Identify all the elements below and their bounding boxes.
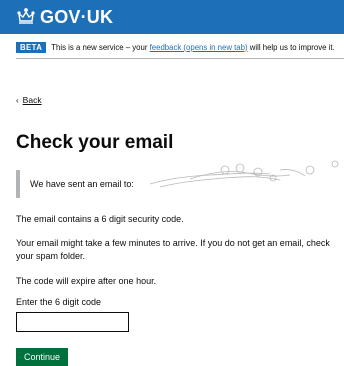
redacted-email-scribble bbox=[149, 160, 339, 188]
paragraph-arrival: Your email might take a few minutes to a… bbox=[16, 238, 330, 261]
inset-text-label: We have sent an email to: bbox=[30, 179, 134, 189]
chevron-left-icon: ‹ bbox=[16, 95, 19, 105]
phase-divider bbox=[16, 58, 344, 59]
crown-icon bbox=[17, 8, 35, 24]
logo-text: GOV·UK bbox=[40, 6, 114, 27]
security-code-input[interactable] bbox=[16, 312, 129, 332]
phase-banner: BETA This is a new service – your feedba… bbox=[16, 38, 344, 56]
feedback-link[interactable]: feedback (opens in new tab) bbox=[150, 43, 248, 52]
govuk-logo-link[interactable]: GOV·UK bbox=[16, 6, 113, 28]
govuk-header: GOV·UK bbox=[0, 0, 344, 34]
phase-text-after: will help us to improve it. bbox=[249, 42, 335, 52]
paragraph-security-code: The email contains a 6 digit security co… bbox=[16, 214, 184, 224]
continue-button[interactable]: Continue bbox=[16, 348, 68, 366]
phase-text-before: This is a new service – your bbox=[51, 42, 148, 52]
beta-tag: BETA bbox=[16, 41, 47, 53]
back-link[interactable]: ‹ Back bbox=[16, 95, 42, 105]
paragraph-expiry: The code will expire after one hour. bbox=[16, 276, 157, 286]
phase-banner-text: This is a new service – your feedback (o… bbox=[51, 43, 334, 52]
code-field-label: Enter the 6 digit code bbox=[16, 297, 102, 307]
page-title: Check your email bbox=[16, 132, 174, 153]
back-link-label: Back bbox=[22, 95, 42, 105]
